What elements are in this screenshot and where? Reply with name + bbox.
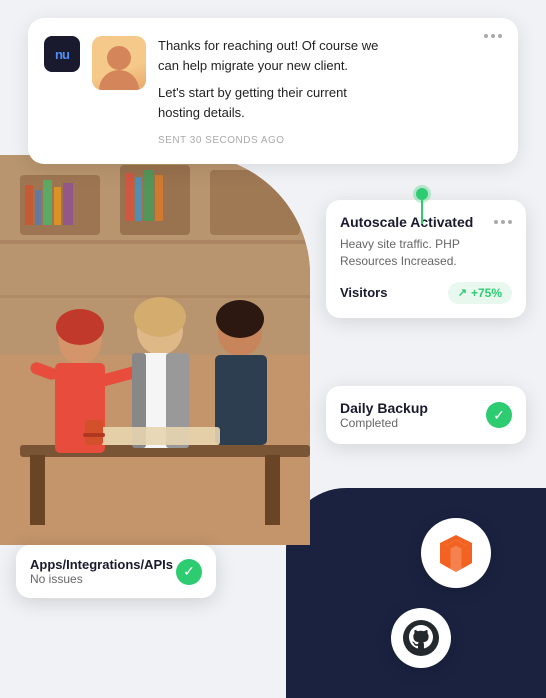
chat-message-2: Let's start by getting their current hos… bbox=[158, 83, 502, 122]
visitors-badge: ↗ +75% bbox=[448, 282, 512, 304]
user-avatar bbox=[92, 36, 146, 90]
main-image-area bbox=[0, 155, 310, 545]
main-container: nu Thanks for reaching out! Of course we… bbox=[0, 0, 546, 698]
backup-title: Daily Backup bbox=[340, 400, 428, 416]
chat-timestamp: SENT 30 SECONDS AGO bbox=[158, 135, 285, 146]
dot-2 bbox=[501, 220, 505, 224]
dot-2 bbox=[491, 34, 495, 38]
chat-card: nu Thanks for reaching out! Of course we… bbox=[28, 18, 518, 164]
apps-check-icon: ✓ bbox=[176, 559, 202, 585]
apps-title: Apps/Integrations/APIs bbox=[30, 557, 173, 572]
apps-status: No issues bbox=[30, 572, 173, 586]
autoscale-header: Autoscale Activated bbox=[340, 214, 512, 230]
logo-text: nu bbox=[55, 47, 69, 62]
autoscale-title: Autoscale Activated bbox=[340, 214, 473, 230]
backup-check-icon: ✓ bbox=[486, 402, 512, 428]
dot-1 bbox=[494, 220, 498, 224]
visitors-label: Visitors bbox=[340, 285, 387, 300]
github-icon[interactable] bbox=[391, 608, 451, 668]
github-svg bbox=[402, 619, 440, 657]
apps-card: Apps/Integrations/APIs No issues ✓ bbox=[16, 545, 216, 598]
magento-svg bbox=[434, 531, 478, 575]
chat-card-header: nu Thanks for reaching out! Of course we… bbox=[44, 36, 502, 148]
chat-more-button[interactable] bbox=[484, 34, 502, 38]
visitors-value: +75% bbox=[471, 286, 502, 300]
autoscale-more-button[interactable] bbox=[494, 220, 512, 224]
autoscale-card: Autoscale Activated Heavy site traffic. … bbox=[326, 200, 526, 318]
visitors-row: Visitors ↗ +75% bbox=[340, 282, 512, 304]
avatar-face bbox=[92, 36, 146, 90]
backup-status: Completed bbox=[340, 416, 428, 430]
backup-card: Daily Backup Completed ✓ bbox=[326, 386, 526, 444]
magento-icon[interactable] bbox=[421, 518, 491, 588]
trend-up-icon: ↗ bbox=[458, 286, 467, 299]
chat-message: Thanks for reaching out! Of course we ca… bbox=[158, 36, 502, 75]
connector-dot bbox=[416, 188, 428, 200]
dot-1 bbox=[484, 34, 488, 38]
dot-3 bbox=[508, 220, 512, 224]
chat-content: Thanks for reaching out! Of course we ca… bbox=[158, 36, 502, 148]
apps-info: Apps/Integrations/APIs No issues bbox=[30, 557, 173, 586]
people-illustration bbox=[0, 155, 310, 545]
people-scene bbox=[0, 155, 310, 545]
autoscale-description: Heavy site traffic. PHP Resources Increa… bbox=[340, 236, 512, 270]
dot-3 bbox=[498, 34, 502, 38]
backup-info: Daily Backup Completed bbox=[340, 400, 428, 430]
nu-logo: nu bbox=[44, 36, 80, 72]
